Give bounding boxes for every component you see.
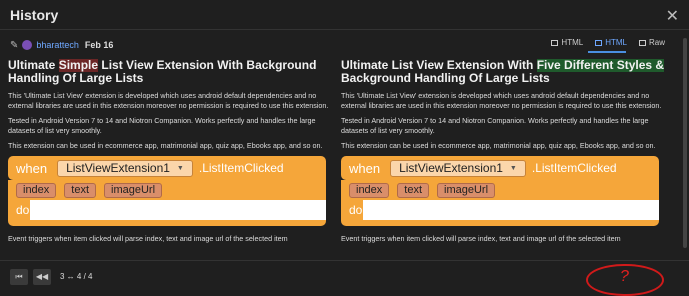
view-mode-tabs: HTML HTML Raw <box>539 38 665 47</box>
side-by-side-icon <box>595 39 603 46</box>
block-do: do <box>8 200 30 220</box>
block-statement-slot <box>363 200 659 220</box>
modal-header: History ✕ <box>0 0 689 30</box>
revision-pager: 3 ↔ 4 / 4 <box>60 272 93 281</box>
title-text: Background Handling Of Large Lists <box>341 71 550 85</box>
block-event: .ListItemClicked <box>531 161 617 175</box>
first-revision-button[interactable]: ⏮ <box>10 269 28 285</box>
paragraph: Tested in Android Version 7 to 14 and Ni… <box>341 116 649 135</box>
block-event: .ListItemClicked <box>198 161 284 175</box>
component-name: ListViewExtension1 <box>66 161 170 175</box>
current-revision-pane: Ultimate List View Extension With Five D… <box>341 59 671 257</box>
tab-raw[interactable]: Raw <box>638 38 665 47</box>
active-tab-indicator <box>588 51 626 53</box>
block-when: when <box>16 160 48 176</box>
history-modal: History ✕ ✎ bharattech Feb 16 HTML HTML … <box>0 0 689 296</box>
block-statement-slot <box>30 200 326 220</box>
post-title-new: Ultimate List View Extension With Five D… <box>341 59 671 85</box>
previous-revision-pane: Ultimate Simple List View Extension With… <box>8 59 338 257</box>
block-do: do <box>341 200 363 220</box>
param-chip: imageUrl <box>104 182 163 198</box>
paragraph: This extension can be used in ecommerce … <box>341 141 656 150</box>
param-chip: index <box>349 182 390 198</box>
raw-view-icon <box>638 39 646 46</box>
event-block-image: when ListViewExtension1 ▼ .ListItemClicke… <box>8 156 326 226</box>
previous-revision-button[interactable]: ◀◀ <box>33 269 51 285</box>
caret-down-icon: ▼ <box>176 164 184 172</box>
modal-title: History <box>10 7 59 23</box>
author-link[interactable]: bharattech <box>36 40 79 50</box>
paragraph: Event triggers when item clicked will pa… <box>8 234 288 243</box>
avatar <box>22 40 33 50</box>
param-chip: text <box>397 182 430 198</box>
post-title-old: Ultimate Simple List View Extension With… <box>8 59 338 85</box>
handwritten-question-mark: ? <box>620 268 629 285</box>
param-chip: index <box>16 182 57 198</box>
block-header: when ListViewExtension1 ▼ .ListItemClicke… <box>8 156 326 180</box>
paragraph: Tested in Android Version 7 to 14 and Ni… <box>8 116 316 135</box>
caret-down-icon: ▼ <box>509 164 517 172</box>
paragraph: This 'Ultimate List View' extension is d… <box>8 91 329 110</box>
tab-side-by-side-html[interactable]: HTML <box>595 38 627 47</box>
close-icon[interactable]: ✕ <box>666 6 679 26</box>
param-chip: imageUrl <box>437 182 496 198</box>
tab-label: HTML <box>605 38 627 47</box>
paragraph: This 'Ultimate List View' extension is d… <box>341 91 662 110</box>
param-chip: text <box>64 182 97 198</box>
inserted-text: Five Different Styles & <box>536 59 665 72</box>
block-params: index text imageUrl <box>341 180 659 200</box>
block-when: when <box>349 160 381 176</box>
revision-date: Feb 16 <box>84 40 114 50</box>
event-block-image: when ListViewExtension1 ▼ .ListItemClicke… <box>341 156 659 226</box>
block-params: index text imageUrl <box>8 180 326 200</box>
tab-inline-html[interactable]: HTML <box>551 38 583 47</box>
inline-view-icon <box>551 39 559 46</box>
component-dropdown: ListViewExtension1 ▼ <box>390 159 526 177</box>
tab-label: Raw <box>648 38 665 47</box>
component-name: ListViewExtension1 <box>399 161 503 175</box>
block-footer <box>341 220 659 226</box>
revision-meta: ✎ bharattech Feb 16 <box>10 38 113 52</box>
tab-label: HTML <box>561 38 584 47</box>
component-dropdown: ListViewExtension1 ▼ <box>57 159 193 177</box>
pencil-icon: ✎ <box>10 39 19 51</box>
block-header: when ListViewExtension1 ▼ .ListItemClicke… <box>341 156 659 180</box>
content-scrollbar[interactable] <box>683 38 687 248</box>
paragraph: This extension can be used in ecommerce … <box>8 141 323 150</box>
paragraph: Event triggers when item clicked will pa… <box>341 234 621 243</box>
block-footer <box>8 220 326 226</box>
